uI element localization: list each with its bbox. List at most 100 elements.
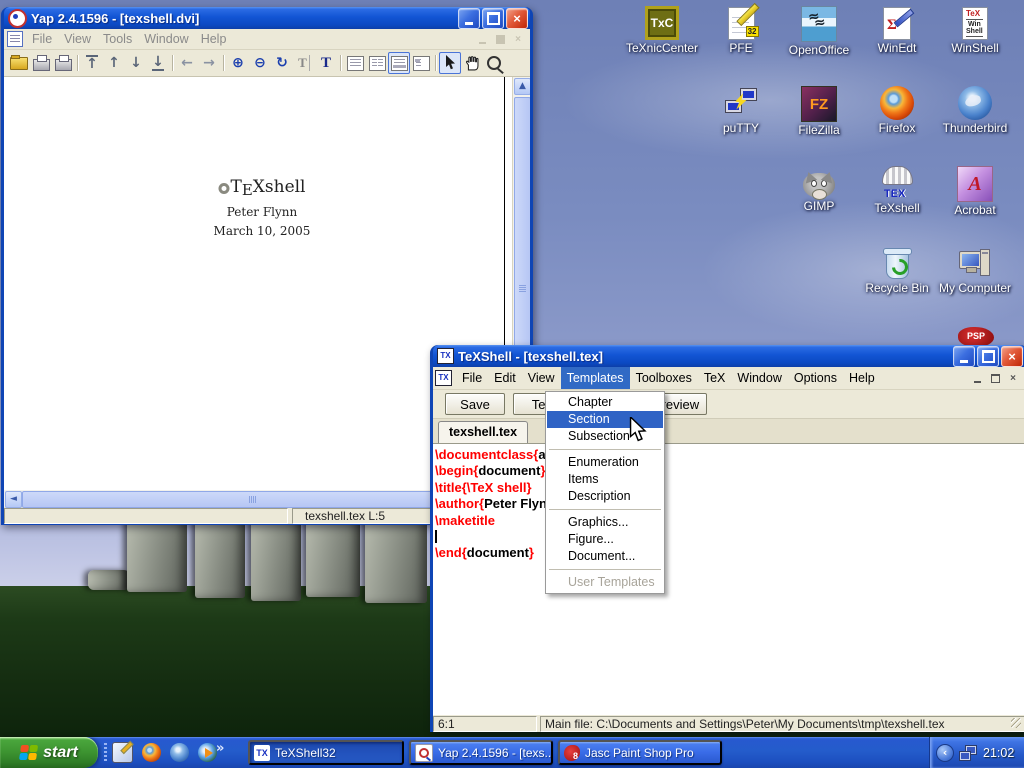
- editor-line: \author{Peter Flynn}: [435, 496, 1024, 512]
- desktop-icon-texshell[interactable]: TeXshell: [858, 166, 936, 215]
- taskbar: start » TeXShell32 Yap 2.4.1596 - [texs..…: [0, 737, 1024, 768]
- templates-menu-description[interactable]: Description: [547, 488, 663, 505]
- yap-menu-tools[interactable]: Tools: [97, 29, 138, 49]
- yap-menu-view[interactable]: View: [58, 29, 97, 49]
- taskbar-button-jasc-paint-shop-pro[interactable]: Jasc Paint Shop Pro: [558, 740, 722, 765]
- refresh-icon[interactable]: ↻: [271, 52, 293, 74]
- yap-minimize-button[interactable]: [458, 8, 480, 29]
- dvi-document-icon[interactable]: [7, 31, 23, 47]
- desktop-icon-recycle-bin[interactable]: Recycle Bin: [858, 246, 936, 295]
- desktop-icon-my-computer[interactable]: My Computer: [936, 246, 1014, 295]
- yap-menu-help[interactable]: Help: [195, 29, 233, 49]
- menu-separator: [547, 505, 663, 514]
- open-icon[interactable]: [8, 52, 30, 74]
- texshell-maximize-button[interactable]: [977, 346, 999, 367]
- texshell-close-button[interactable]: ×: [1001, 346, 1023, 367]
- yap-titlebar[interactable]: Yap 2.4.1596 - [texshell.dvi] ×: [4, 7, 530, 29]
- templates-menu-graphics[interactable]: Graphics...: [547, 514, 663, 531]
- yap-maximize-button[interactable]: [482, 8, 504, 29]
- view-continuous-icon[interactable]: [388, 52, 410, 74]
- texshell-child-close-button[interactable]: ×: [1005, 371, 1021, 385]
- yap-child-restore-button[interactable]: [492, 32, 508, 46]
- text-ruler-icon[interactable]: T: [293, 52, 315, 74]
- templates-menu-chapter[interactable]: Chapter: [547, 394, 663, 411]
- next-page-icon[interactable]: ↓: [125, 52, 147, 74]
- yap-menu-file[interactable]: File: [26, 29, 58, 49]
- yap-menu-window[interactable]: Window: [138, 29, 194, 49]
- hand-tool-icon[interactable]: [461, 52, 483, 74]
- zoom-out-icon[interactable]: ⊖: [249, 52, 271, 74]
- tray-collapse-chevron[interactable]: ‹: [936, 744, 954, 762]
- desktop-icon-label: WinShell: [936, 42, 1014, 55]
- texshell-document-icon[interactable]: [435, 370, 452, 386]
- desktop-icon-pfe[interactable]: PFE: [702, 6, 780, 55]
- view-facing-icon[interactable]: [366, 52, 388, 74]
- desktop-icon-thunderbird[interactable]: Thunderbird: [936, 86, 1014, 135]
- texshell-editor[interactable]: \documentclass{article}\begin{document}\…: [433, 444, 1024, 715]
- tab-texshell-tex[interactable]: texshell.tex: [438, 421, 528, 443]
- desktop-icon-gimp[interactable]: GIMP: [780, 166, 858, 213]
- templates-menu-items[interactable]: Items: [547, 471, 663, 488]
- quick-launch-overflow-chevron[interactable]: »: [216, 741, 224, 756]
- paint-shop-pro-desktop-icon[interactable]: PSP: [958, 327, 994, 347]
- texshell-menu-window[interactable]: Window: [731, 367, 787, 389]
- scroll-up-button[interactable]: ▲: [514, 78, 530, 95]
- windows-logo-icon: [19, 745, 39, 761]
- yap-close-button[interactable]: ×: [506, 8, 528, 29]
- horizontal-scroll-thumb[interactable]: [22, 491, 479, 508]
- back-icon[interactable]: ←: [176, 52, 198, 74]
- view-single-icon[interactable]: [344, 52, 366, 74]
- forward-icon[interactable]: →: [198, 52, 220, 74]
- desktop-icon-winedt[interactable]: WinEdt: [858, 6, 936, 55]
- texshell-child-minimize-button[interactable]: [969, 371, 985, 385]
- desktop-icon-putty[interactable]: puTTY: [702, 86, 780, 135]
- last-page-icon[interactable]: ↓: [147, 52, 169, 74]
- templates-menu-enumeration[interactable]: Enumeration: [547, 454, 663, 471]
- prev-page-icon[interactable]: ↑: [103, 52, 125, 74]
- yap-child-minimize-button[interactable]: [474, 32, 490, 46]
- texshell-minimize-button[interactable]: [953, 346, 975, 367]
- texshell-menu-file[interactable]: File: [456, 367, 488, 389]
- media-player-quick-launch-icon[interactable]: [198, 743, 217, 762]
- quick-launch-grip[interactable]: [104, 743, 107, 762]
- taskbar-button-texshell32[interactable]: TeXShell32: [248, 740, 404, 765]
- firefox-quick-launch-icon[interactable]: [142, 743, 161, 762]
- taskbar-button-yap-2-4-1596-texs[interactable]: Yap 2.4.1596 - [texs...: [409, 740, 553, 765]
- texshell-menu-options[interactable]: Options: [788, 367, 843, 389]
- network-tray-icon[interactable]: [959, 745, 977, 761]
- desktop-icon-acrobat[interactable]: Acrobat: [936, 166, 1014, 217]
- templates-menu-document[interactable]: Document...: [547, 548, 663, 565]
- print-icon[interactable]: [30, 52, 52, 74]
- save-button[interactable]: Save: [445, 393, 505, 415]
- desktop-icon-texniccenter[interactable]: TeXnicCenter: [623, 6, 701, 55]
- texshell-titlebar[interactable]: TeXShell - [texshell.tex] ×: [433, 345, 1024, 367]
- pointer-tool-icon[interactable]: [439, 52, 461, 74]
- text-tool-icon[interactable]: T: [315, 52, 337, 74]
- texshell-icon: [880, 166, 914, 200]
- print-setup-icon[interactable]: [52, 52, 74, 74]
- start-button[interactable]: start: [0, 737, 98, 768]
- templates-menu-figure[interactable]: Figure...: [547, 531, 663, 548]
- scroll-left-button[interactable]: ◄: [5, 491, 22, 508]
- texshell-child-restore-button[interactable]: [987, 371, 1003, 385]
- texshell-menu-view[interactable]: View: [522, 367, 561, 389]
- taskbar-clock[interactable]: 21:02: [983, 746, 1014, 760]
- yap-child-close-button[interactable]: ×: [510, 32, 526, 46]
- texshell-menu-edit[interactable]: Edit: [488, 367, 522, 389]
- texshell-menu-help[interactable]: Help: [843, 367, 881, 389]
- texshell-menu-templates[interactable]: Templates: [561, 367, 630, 389]
- show-desktop-quick-launch-icon[interactable]: [112, 742, 133, 763]
- desktop-icon-openoffice[interactable]: OpenOffice: [780, 6, 858, 57]
- first-page-icon[interactable]: ↑: [81, 52, 103, 74]
- texshell-menu-tex[interactable]: TeX: [698, 367, 732, 389]
- view-continuous-facing-icon[interactable]: [410, 52, 432, 74]
- desktop-icon-winshell[interactable]: WinShell: [936, 6, 1014, 55]
- desktop-icon-firefox[interactable]: Firefox: [858, 86, 936, 135]
- texshell-menu-toolboxes[interactable]: Toolboxes: [630, 367, 698, 389]
- task-button-label: TeXShell32: [275, 746, 336, 760]
- resize-grip[interactable]: [1011, 718, 1021, 728]
- magnifier-tool-icon[interactable]: [483, 52, 505, 74]
- desktop-icon-filezilla[interactable]: FileZilla: [780, 86, 858, 137]
- zoom-in-icon[interactable]: ⊕: [227, 52, 249, 74]
- thunderbird-quick-launch-icon[interactable]: [170, 743, 189, 762]
